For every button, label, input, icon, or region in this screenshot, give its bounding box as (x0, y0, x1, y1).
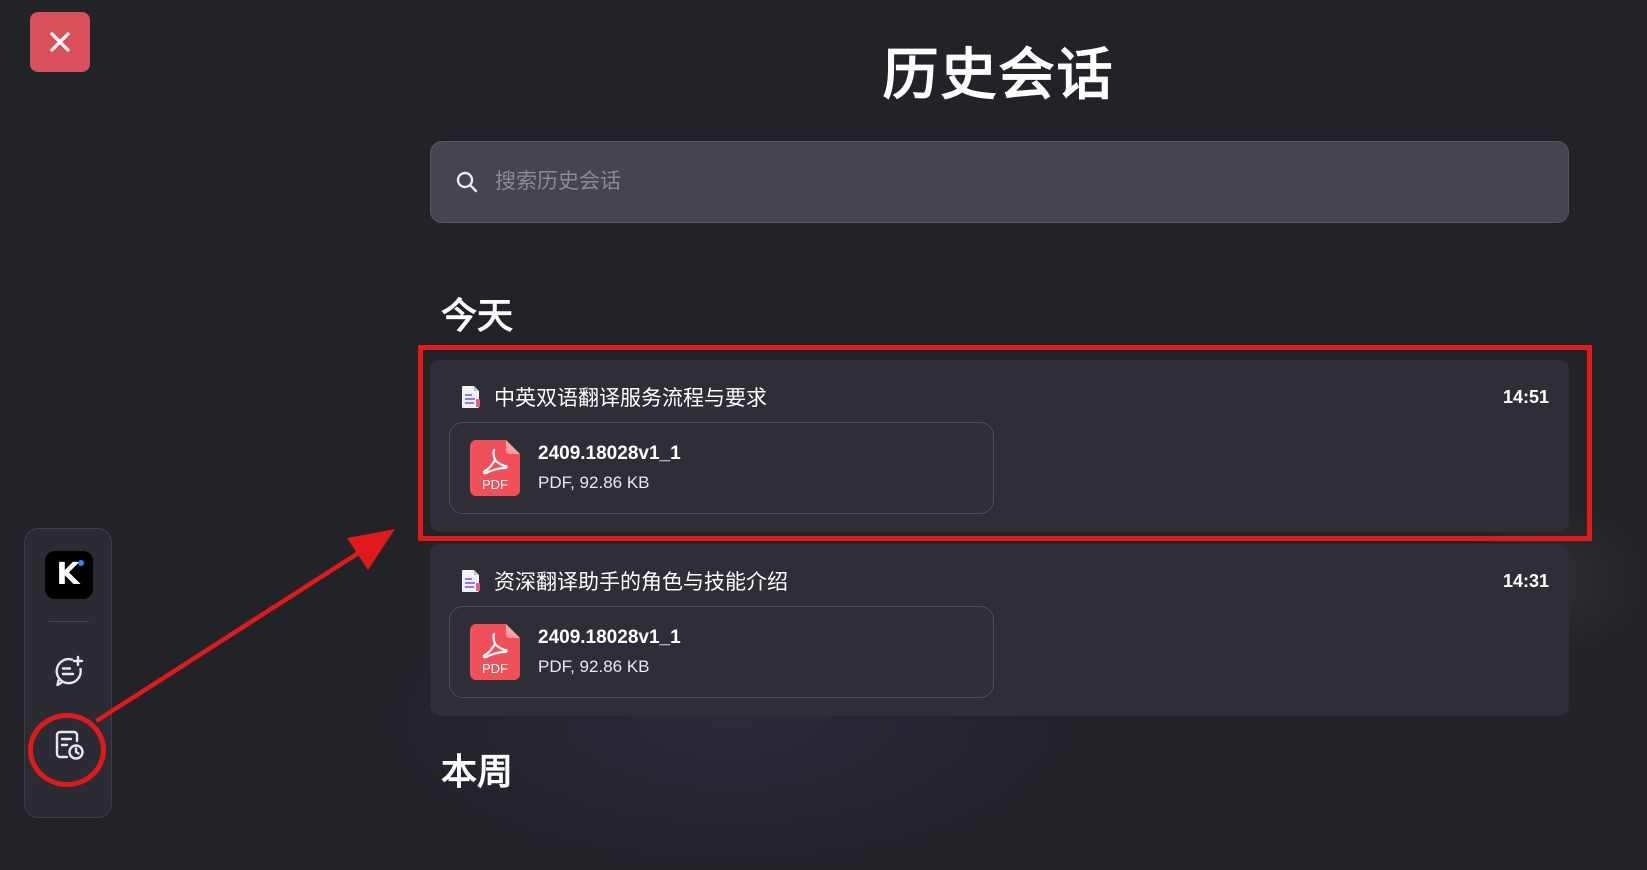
file-meta: PDF, 92.86 KB (538, 473, 650, 492)
file-meta: PDF, 92.86 KB (538, 657, 650, 676)
pdf-file-icon: PDF (470, 440, 520, 496)
document-icon (462, 386, 480, 408)
file-info: 2409.18028v1_1 PDF, 92.86 KB (538, 627, 681, 677)
app-logo-dot (78, 560, 84, 566)
file-name: 2409.18028v1_1 (538, 443, 681, 464)
pdf-icon-label: PDF (482, 477, 508, 492)
new-chat-button[interactable] (47, 649, 91, 693)
search-input[interactable] (493, 169, 1568, 195)
app-logo-letter: K (56, 557, 80, 592)
close-button[interactable] (30, 12, 90, 72)
file-name: 2409.18028v1_1 (538, 627, 681, 648)
pdf-icon-label: PDF (482, 661, 508, 676)
section-heading-this-week: 本周 (441, 751, 514, 792)
file-attachment[interactable]: PDF 2409.18028v1_1 PDF, 92.86 KB (449, 422, 994, 514)
close-icon (50, 32, 70, 52)
app-logo-icon[interactable]: K (45, 551, 93, 599)
document-icon (462, 570, 480, 592)
page-title: 历史会话 (882, 43, 1115, 106)
conversation-time: 14:31 (1502, 570, 1549, 591)
search-icon (456, 171, 478, 193)
history-button[interactable] (47, 723, 91, 767)
file-attachment[interactable]: PDF 2409.18028v1_1 PDF, 92.86 KB (449, 606, 994, 698)
pdf-file-icon: PDF (470, 624, 520, 680)
side-dock: K (24, 528, 112, 818)
search-bar[interactable] (430, 141, 1569, 223)
conversation-header: 资深翻译助手的角色与技能介绍 14:31 (460, 564, 1549, 598)
conversation-title: 中英双语翻译服务流程与要求 (494, 387, 767, 410)
dock-divider (49, 621, 89, 622)
conversation-time: 14:51 (1502, 386, 1549, 407)
conversation-header: 中英双语翻译服务流程与要求 14:51 (460, 380, 1549, 414)
section-heading-today: 今天 (441, 295, 514, 336)
history-icon (55, 730, 84, 760)
conversation-title: 资深翻译助手的角色与技能介绍 (494, 571, 788, 594)
conversation-item[interactable]: 中英双语翻译服务流程与要求 14:51 PDF 2409.18028v1_1 P… (430, 360, 1569, 532)
new-chat-icon (55, 655, 84, 687)
conversation-item[interactable]: 资深翻译助手的角色与技能介绍 14:31 PDF 2409.18028v1_1 … (430, 544, 1569, 716)
file-info: 2409.18028v1_1 PDF, 92.86 KB (538, 443, 681, 493)
